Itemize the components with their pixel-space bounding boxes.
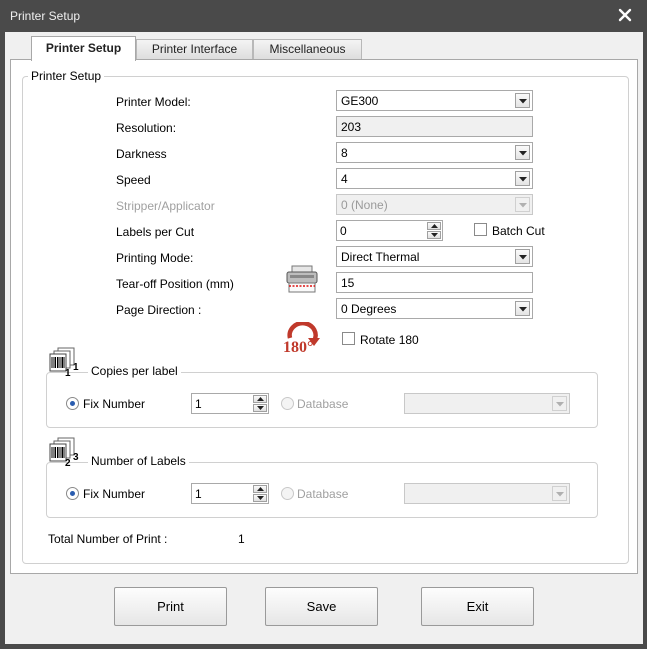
printer-setup-group-legend: Printer Setup <box>28 69 105 83</box>
printer-setup-window: Printer Setup Printer Setup Printer Inte… <box>0 0 647 649</box>
copies-fix-number-stepper[interactable]: 1 <box>191 393 269 414</box>
chevron-down-icon <box>552 486 567 501</box>
tear-off-position-input[interactable]: 15 <box>336 272 533 293</box>
speed-value: 4 <box>341 172 348 186</box>
dialog-client-area: Printer Setup Printer Interface Miscella… <box>5 32 643 644</box>
tab-printer-setup[interactable]: Printer Setup <box>31 36 136 61</box>
rotate-180-icon-text: 180° <box>283 339 314 356</box>
copies-fix-number-radio[interactable] <box>66 397 79 410</box>
total-number-of-print-value: 1 <box>238 532 245 546</box>
labels-per-cut-label: Labels per Cut <box>116 225 195 239</box>
copies-fix-number-value: 1 <box>195 397 202 411</box>
barcode-labels-digit-b: 3 <box>73 452 79 463</box>
tab-panel-printer-setup: Printer Setup Printer Model: GE300 Resol… <box>10 59 638 574</box>
stepper-up-icon[interactable] <box>253 485 267 493</box>
chevron-down-icon <box>552 396 567 411</box>
stripper-applicator-value: 0 (None) <box>341 198 388 212</box>
labels-per-cut-value: 0 <box>340 224 347 238</box>
page-direction-label: Page Direction : <box>116 303 202 317</box>
window-title: Printer Setup <box>10 9 81 23</box>
copies-database-combo <box>404 393 570 414</box>
tear-off-position-value: 15 <box>341 276 355 290</box>
rotate-180-checkbox[interactable] <box>342 332 355 345</box>
exit-button[interactable]: Exit <box>421 587 534 626</box>
stripper-applicator-combo: 0 (None) <box>336 194 533 215</box>
stepper-down-icon[interactable] <box>427 231 441 239</box>
copies-fix-number-label[interactable]: Fix Number <box>83 397 145 411</box>
printing-mode-label: Printing Mode: <box>116 251 194 265</box>
printing-mode-value: Direct Thermal <box>341 250 420 264</box>
save-button[interactable]: Save <box>265 587 378 626</box>
copies-database-label: Database <box>297 397 349 411</box>
tab-printer-interface[interactable]: Printer Interface <box>136 39 253 60</box>
stepper-arrows <box>253 395 267 412</box>
darkness-label: Darkness <box>116 147 167 161</box>
tab-strip: Printer Setup Printer Interface Miscella… <box>10 36 630 61</box>
page-direction-combo[interactable]: 0 Degrees <box>336 298 533 319</box>
darkness-combo[interactable]: 8 <box>336 142 533 163</box>
labels-fix-number-stepper[interactable]: 1 <box>191 483 269 504</box>
title-bar[interactable]: Printer Setup <box>0 0 647 32</box>
print-button[interactable]: Print <box>114 587 227 626</box>
labels-fix-number-value: 1 <box>195 487 202 501</box>
chevron-down-icon[interactable] <box>515 93 530 108</box>
resolution-field: 203 <box>336 116 533 137</box>
tab-miscellaneous[interactable]: Miscellaneous <box>253 39 362 60</box>
printer-model-combo[interactable]: GE300 <box>336 90 533 111</box>
labels-fix-number-radio[interactable] <box>66 487 79 500</box>
labels-database-radio <box>281 487 294 500</box>
speed-combo[interactable]: 4 <box>336 168 533 189</box>
close-icon[interactable] <box>617 7 633 23</box>
chevron-down-icon[interactable] <box>515 145 530 160</box>
stepper-up-icon[interactable] <box>253 395 267 403</box>
resolution-value: 203 <box>341 120 362 134</box>
barcode-labels-digit-a: 2 <box>65 458 71 469</box>
barcode-labels-icon: 2 3 <box>49 437 87 469</box>
page-direction-value: 0 Degrees <box>341 302 397 316</box>
chevron-down-icon[interactable] <box>515 249 530 264</box>
labels-database-combo <box>404 483 570 504</box>
chevron-down-icon[interactable] <box>515 171 530 186</box>
chevron-down-icon[interactable] <box>515 301 530 316</box>
barcode-copies-digit-b: 1 <box>73 362 79 373</box>
stripper-applicator-label: Stripper/Applicator <box>116 199 215 213</box>
stepper-down-icon[interactable] <box>253 404 267 412</box>
printer-model-label: Printer Model: <box>116 95 191 109</box>
stepper-down-icon[interactable] <box>253 494 267 502</box>
tear-off-position-label: Tear-off Position (mm) <box>116 277 234 291</box>
barcode-copies-digit-a: 1 <box>65 368 71 379</box>
copies-per-label-legend: Copies per label <box>88 364 181 378</box>
printer-model-value: GE300 <box>341 94 379 108</box>
total-number-of-print-label: Total Number of Print : <box>48 532 168 546</box>
copies-database-radio <box>281 397 294 410</box>
printing-mode-combo[interactable]: Direct Thermal <box>336 246 533 267</box>
batch-cut-checkbox[interactable] <box>474 223 487 236</box>
printer-tear-off-icon <box>285 265 319 295</box>
labels-database-label: Database <box>297 487 349 501</box>
labels-fix-number-label[interactable]: Fix Number <box>83 487 145 501</box>
number-of-labels-legend: Number of Labels <box>88 454 189 468</box>
chevron-down-icon <box>515 197 530 212</box>
batch-cut-label[interactable]: Batch Cut <box>492 224 545 238</box>
rotate-180-label[interactable]: Rotate 180 <box>360 333 419 347</box>
resolution-label: Resolution: <box>116 121 177 135</box>
darkness-value: 8 <box>341 146 348 160</box>
stepper-arrows <box>427 222 441 239</box>
stepper-up-icon[interactable] <box>427 222 441 230</box>
speed-label: Speed <box>116 173 151 187</box>
stepper-arrows <box>253 485 267 502</box>
rotate-180-icon: 180° <box>280 320 326 360</box>
barcode-copies-icon: 1 1 <box>49 347 87 379</box>
labels-per-cut-stepper[interactable]: 0 <box>336 220 443 241</box>
